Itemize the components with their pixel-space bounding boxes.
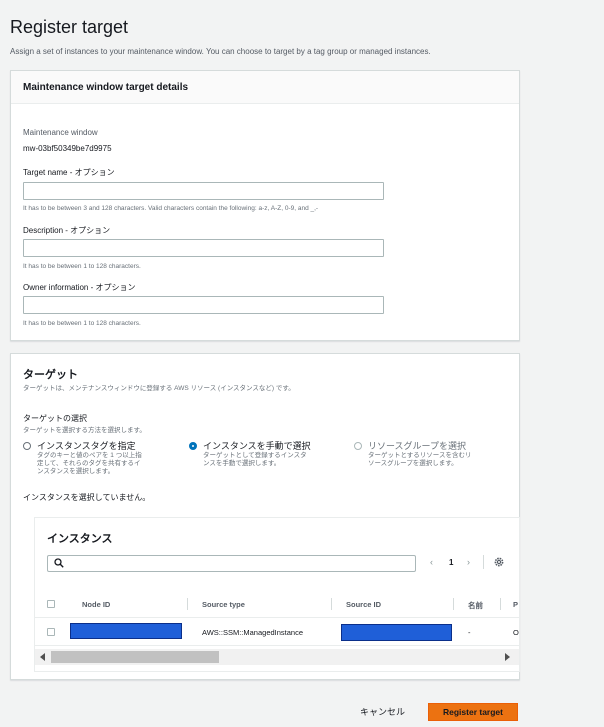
target-name-label: Target name - オプション [23,168,115,177]
targets-title: ターゲット [23,369,78,381]
cell-source-type: AWS::SSM::ManagedInstance [202,628,304,637]
horizontal-scrollbar[interactable] [35,649,519,665]
maintenance-window-label: Maintenance window [23,128,98,137]
radio-manual-instances[interactable]: インスタンスを手動で選択 ターゲットとして登録するインスタ ンスを手動で選択しま… [189,440,333,468]
description-hint: It has to be between 1 to 128 characters… [23,263,141,270]
next-page-icon[interactable]: › [467,557,470,567]
owner-info-hint: It has to be between 1 to 128 characters… [23,320,141,327]
page-title: Register target [10,17,129,37]
column-separator [500,598,501,610]
target-details-header: Maintenance window target details [11,71,519,104]
cell-name: - [468,628,471,637]
description-label: Description - オプション [23,226,111,235]
scroll-right-arrow-icon[interactable] [505,653,510,661]
search-icon [54,558,64,568]
radio-dot-selected [189,442,197,450]
instances-search-input[interactable] [47,555,416,572]
cancel-button[interactable]: キャンセル [360,705,405,718]
instances-table: インスタンス ‹ 1 › Node ID Source type Source … [34,517,520,672]
column-node-id[interactable]: Node ID [82,600,110,609]
column-name[interactable]: 名前 [468,600,483,611]
column-source-id[interactable]: Source ID [346,600,381,609]
target-selection-label: ターゲットの選択 [23,414,87,423]
targets-description: ターゲットは、メンテナンスウィンドウに登録する AWS リソース (インスタンス… [23,385,295,392]
source-id-redacted [341,624,452,641]
column-separator [187,598,188,610]
target-name-hint: It has to be between 3 and 128 character… [23,205,319,212]
radio-instance-tags[interactable]: インスタンスタグを指定 タグのキーと値のペアを 1 つ以上指 定して、それらのタ… [23,440,167,476]
pager-divider [483,555,484,569]
node-id-redacted [70,623,182,639]
targets-panel: ターゲット ターゲットは、メンテナンスウィンドウに登録する AWS リソース (… [10,353,520,680]
register-target-button[interactable]: Register target [428,703,518,721]
radio-description: タグのキーと値のペアを 1 つ以上指 定して、それらのタグを共有するイ ンスタン… [37,452,142,475]
maintenance-window-id: mw-03bf50349be7d9975 [23,144,112,153]
radio-dot [354,442,362,450]
radio-label: インスタンスを手動で選択 [203,441,311,451]
radio-description: ターゲットとするリソースを含むリ ソースグループを選択します。 [368,452,472,467]
owner-info-label: Owner information - オプション [23,283,136,292]
column-source-type[interactable]: Source type [202,600,245,609]
prev-page-icon[interactable]: ‹ [430,557,433,567]
scrollbar-thumb[interactable] [51,651,219,663]
column-separator [453,598,454,610]
cell-p: O [513,628,519,637]
target-name-input[interactable] [23,182,384,200]
radio-label: インスタンスタグを指定 [37,441,136,451]
description-input[interactable] [23,239,384,257]
no-instance-selected-message: インスタンスを選択していません。 [23,493,151,502]
table-header-row: Node ID Source type Source ID 名前 P [35,590,519,618]
column-p[interactable]: P [513,600,518,609]
radio-description: ターゲットとして登録するインスタ ンスを手動で選択します。 [203,452,307,467]
target-details-panel: Maintenance window target details Mainte… [10,70,520,341]
row-checkbox[interactable] [47,628,55,636]
radio-resource-group[interactable]: リソースグループを選択 ターゲットとするリソースを含むリ ソースグループを選択し… [354,440,498,468]
settings-gear-icon[interactable] [493,556,505,568]
radio-dot [23,442,31,450]
owner-info-input[interactable] [23,296,384,314]
scroll-left-arrow-icon[interactable] [40,653,45,661]
page-number[interactable]: 1 [449,558,453,567]
table-row[interactable]: AWS::SSM::ManagedInstance - O [35,618,519,646]
page-description: Assign a set of instances to your mainte… [10,47,431,56]
instances-title: インスタンス [47,533,113,545]
target-selection-description: ターゲットを選択する方法を選択します。 [23,427,146,434]
target-details-heading: Maintenance window target details [23,81,189,93]
select-all-checkbox[interactable] [47,600,55,608]
radio-label: リソースグループを選択 [368,441,467,451]
column-separator [331,598,332,610]
